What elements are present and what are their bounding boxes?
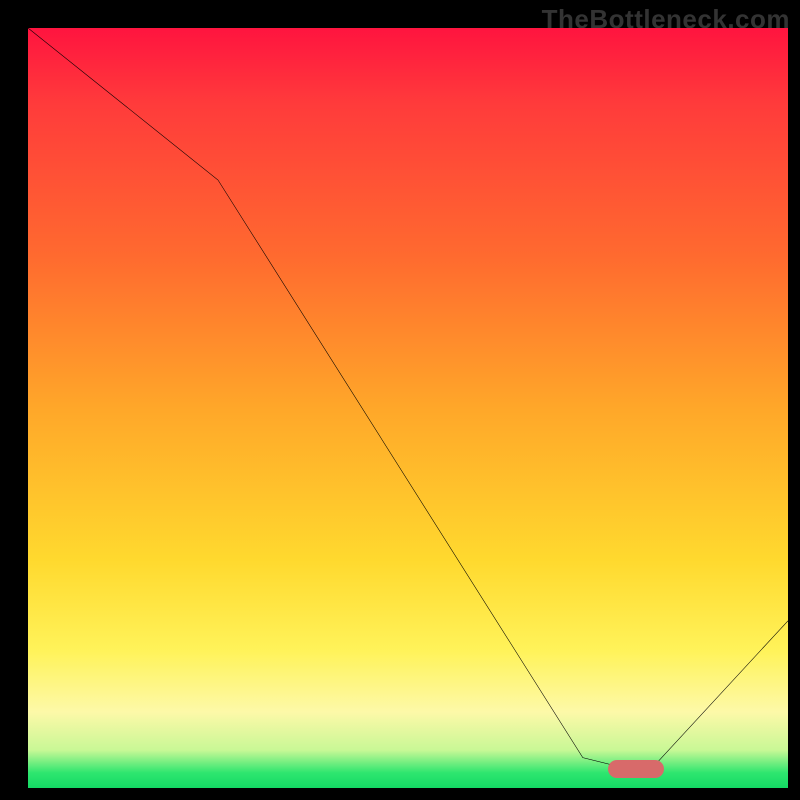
curve-path <box>28 28 788 769</box>
chart-frame: TheBottleneck.com <box>0 0 800 800</box>
optimal-marker <box>608 760 664 778</box>
plot-area <box>28 28 788 788</box>
bottleneck-curve <box>28 28 788 788</box>
